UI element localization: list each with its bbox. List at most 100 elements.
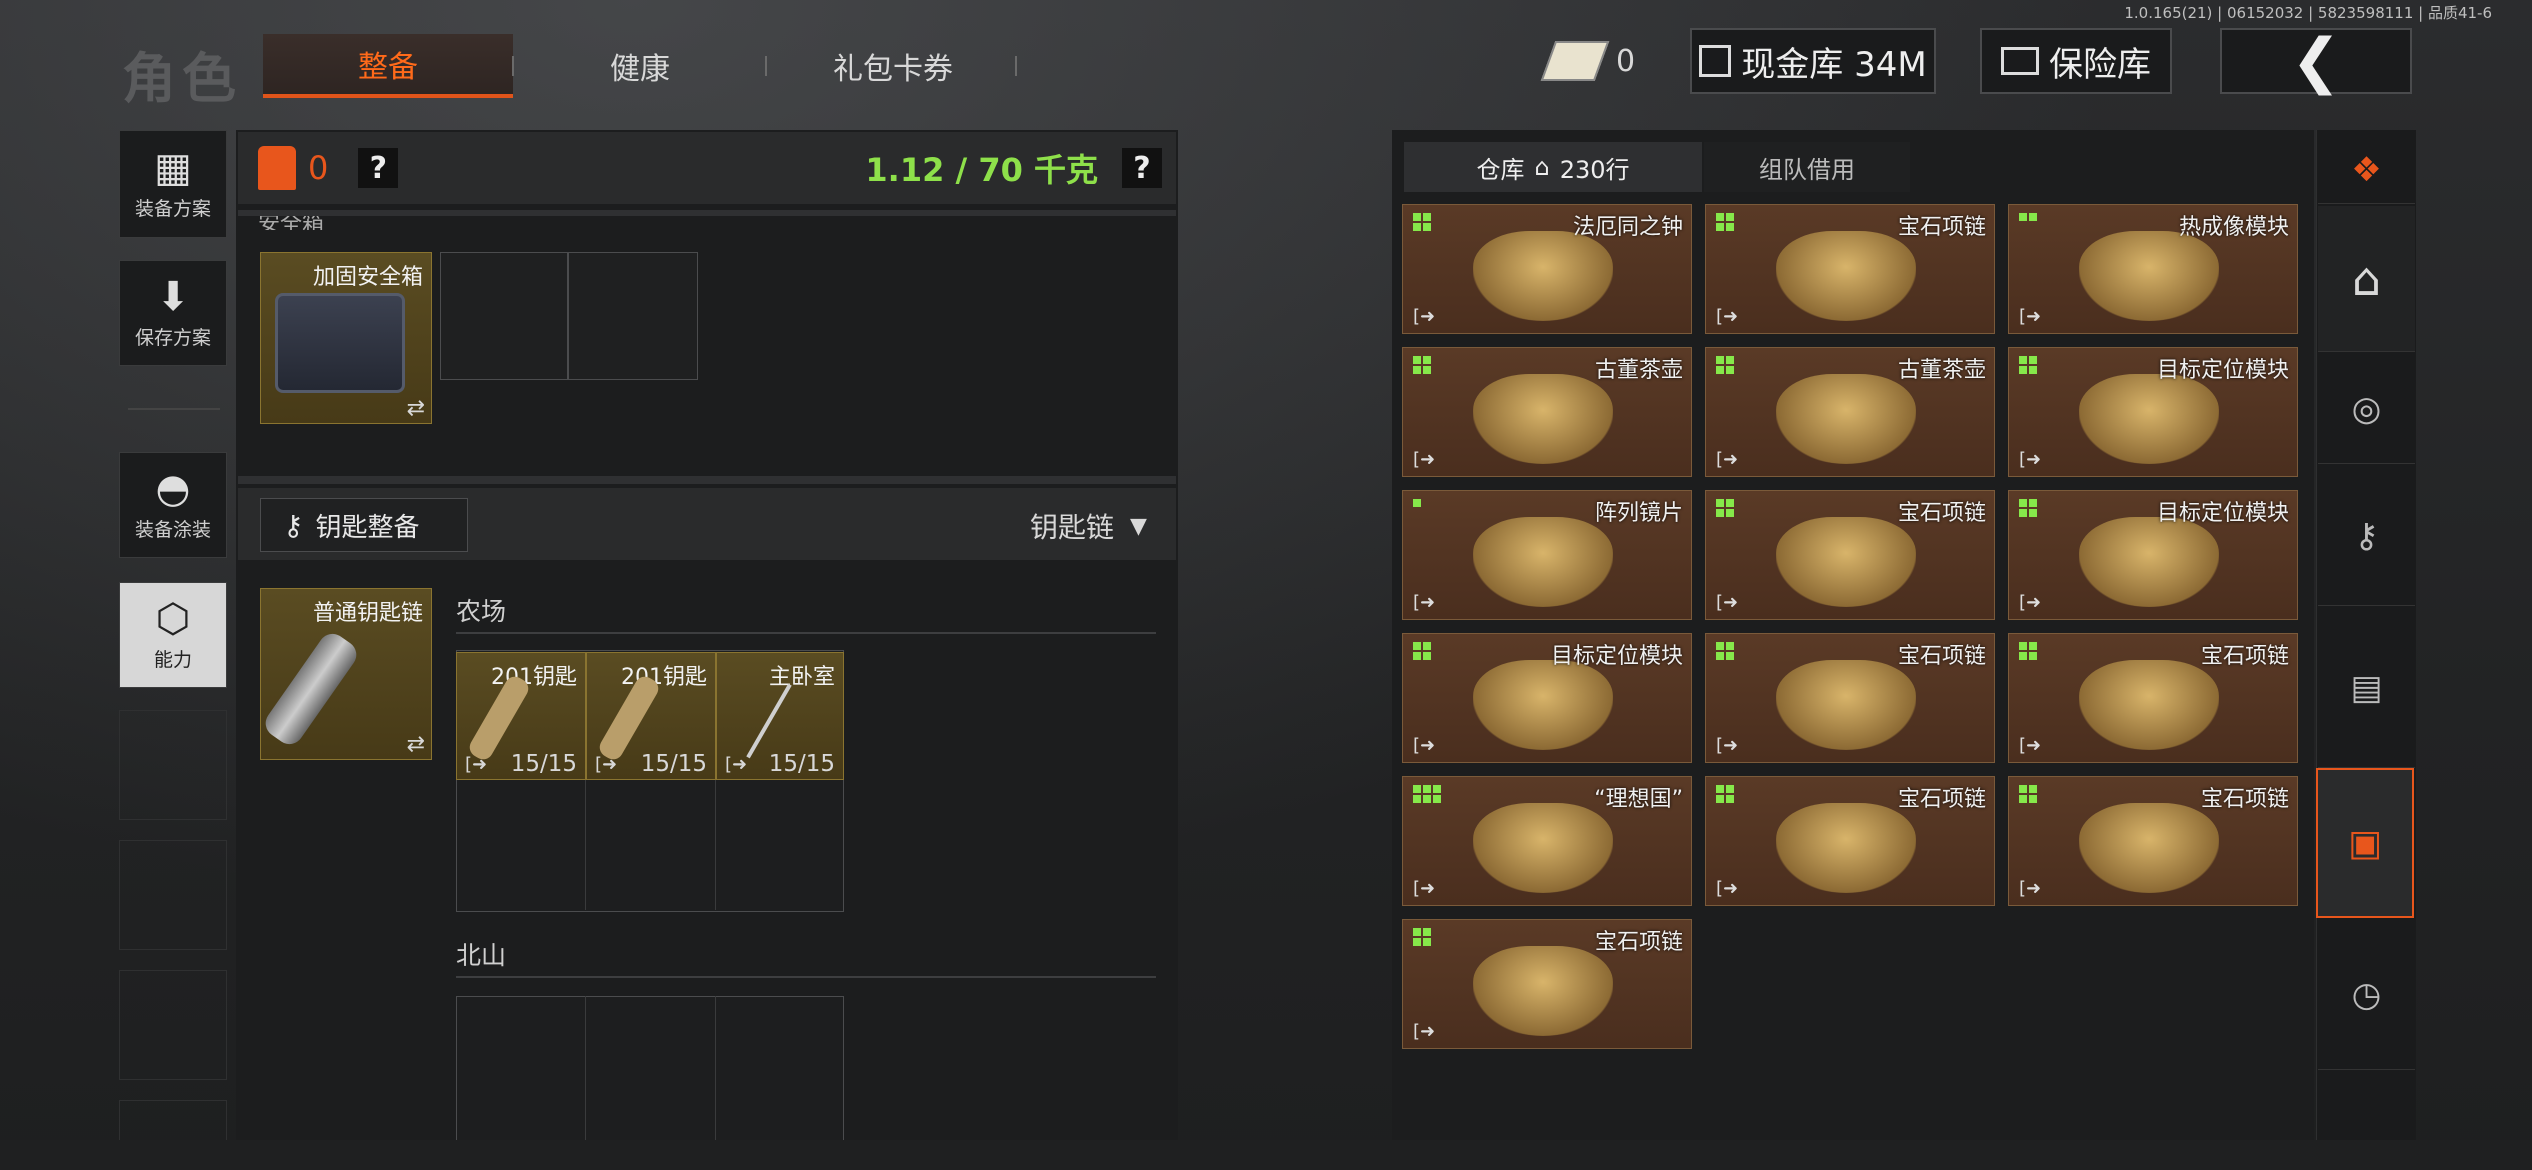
size-pip bbox=[2029, 366, 2037, 374]
warehouse-item[interactable]: 宝石项链 [➜ bbox=[1402, 919, 1692, 1049]
ability-icon: ⬡ bbox=[155, 595, 191, 642]
tab-gift[interactable]: 礼包卡券 bbox=[768, 34, 1018, 98]
cash-display[interactable]: 0 bbox=[1540, 38, 1635, 84]
key-uses: 15/15 bbox=[768, 751, 835, 777]
item-image bbox=[1776, 374, 1916, 464]
key-equip-label: 钥匙整备 bbox=[315, 512, 420, 543]
item-image bbox=[1776, 660, 1916, 750]
exit-icon: [➜ bbox=[1413, 1021, 1436, 1042]
loadout-plan-button[interactable]: ▦ 装备方案 bbox=[119, 130, 227, 238]
warehouse-item[interactable]: 宝石项链 [➜ bbox=[1705, 633, 1995, 763]
skin-button[interactable]: ◓ 装备涂装 bbox=[119, 452, 227, 558]
exit-icon: [➜ bbox=[465, 754, 488, 775]
size-indicator bbox=[1413, 499, 1421, 507]
back-button[interactable]: ❮ bbox=[2220, 26, 2412, 96]
weight-help-button[interactable]: ? bbox=[1122, 148, 1162, 188]
clock-icon[interactable]: ◷ bbox=[2318, 920, 2415, 1070]
cash-icon[interactable]: ▤ bbox=[2318, 608, 2415, 768]
tab-label: 组队借用 bbox=[1759, 155, 1855, 184]
safe-icon bbox=[2001, 47, 2039, 75]
divider bbox=[715, 996, 716, 1146]
size-pip bbox=[1413, 938, 1421, 946]
size-indicator bbox=[1413, 213, 1431, 231]
warehouse-item[interactable]: 目标定位模块 [➜ bbox=[1402, 633, 1692, 763]
item-image bbox=[1776, 803, 1916, 893]
ability-button[interactable]: ⬡ 能力 bbox=[119, 582, 227, 688]
warehouse-item[interactable]: 宝石项链 [➜ bbox=[1705, 204, 1995, 334]
key-item[interactable]: 201钥匙 [➜ 15/15 bbox=[456, 652, 586, 780]
item-image bbox=[1776, 517, 1916, 607]
size-pip bbox=[2029, 652, 2037, 660]
cash-icon bbox=[1540, 41, 1610, 81]
warehouse-item[interactable]: 宝石项链 [➜ bbox=[1705, 490, 1995, 620]
item-label: 热成像模块 bbox=[2178, 215, 2289, 240]
side-label: 装备方案 bbox=[134, 197, 211, 220]
warehouse-item[interactable]: 古董茶壶 [➜ bbox=[1705, 347, 1995, 477]
size-pip bbox=[2029, 795, 2037, 803]
help-button[interactable]: ? bbox=[358, 148, 399, 188]
keychain-item[interactable]: 普通钥匙链 ⇄ bbox=[260, 588, 432, 760]
size-pip bbox=[1716, 795, 1724, 803]
warehouse-item[interactable]: “理想国” [➜ bbox=[1402, 776, 1692, 906]
item-image bbox=[1473, 946, 1613, 1036]
save-plan-button[interactable]: ⬇ 保存方案 bbox=[119, 260, 227, 366]
item-label: 目标定位模块 bbox=[2156, 358, 2289, 383]
key-item[interactable]: 主卧室 [➜ 15/15 bbox=[716, 652, 844, 780]
layers-refresh-icon[interactable]: ❖ bbox=[2318, 136, 2415, 204]
item-label: “理想国” bbox=[1594, 787, 1683, 812]
item-label: 目标定位模块 bbox=[1550, 644, 1683, 669]
size-pip bbox=[2029, 509, 2037, 517]
keychain-dropdown[interactable]: 钥匙链 ▼ bbox=[1030, 506, 1147, 546]
tab-health[interactable]: 健康 bbox=[515, 34, 765, 98]
size-pip bbox=[2029, 356, 2037, 364]
key-equip-button[interactable]: ⚷ 钥匙整备 bbox=[260, 498, 468, 552]
cash-vault-button[interactable]: 现金库 34M bbox=[1690, 28, 1936, 94]
insurance-button[interactable]: 保险库 bbox=[1980, 28, 2172, 94]
home-icon[interactable]: ⌂ bbox=[2318, 206, 2415, 352]
warehouse-item[interactable]: 阵列镜片 [➜ bbox=[1402, 490, 1692, 620]
size-indicator bbox=[2019, 356, 2037, 374]
armor-count: 0 bbox=[308, 149, 329, 187]
item-image bbox=[2079, 803, 2219, 893]
tab-warehouse[interactable]: 仓库 ⌂ 230行 bbox=[1404, 142, 1702, 192]
item-image bbox=[1473, 660, 1613, 750]
warehouse-item[interactable]: 宝石项链 [➜ bbox=[2008, 633, 2298, 763]
exit-icon: [➜ bbox=[2019, 306, 2042, 327]
item-label: 宝石项链 bbox=[1897, 787, 1986, 812]
size-indicator bbox=[1413, 928, 1431, 946]
warehouse-item[interactable]: 热成像模块 [➜ bbox=[2008, 204, 2298, 334]
warehouse-item[interactable]: 古董茶壶 [➜ bbox=[1402, 347, 1692, 477]
size-indicator bbox=[1716, 785, 1734, 803]
key-icon[interactable]: ⚷ bbox=[2318, 466, 2415, 606]
item-label: 宝石项链 bbox=[2200, 644, 2289, 669]
warehouse-item[interactable]: 法厄同之钟 [➜ bbox=[1402, 204, 1692, 334]
divider bbox=[1015, 56, 1017, 76]
north-key-grid bbox=[456, 996, 844, 1146]
coin-icon[interactable]: ◎ bbox=[2318, 354, 2415, 464]
warehouse-item[interactable]: 宝石项链 [➜ bbox=[2008, 776, 2298, 906]
warehouse-item[interactable]: 目标定位模块 [➜ bbox=[2008, 347, 2298, 477]
size-pip bbox=[1716, 366, 1724, 374]
warehouse-item[interactable]: 宝石项链 [➜ bbox=[1705, 776, 1995, 906]
tab-equip[interactable]: 整备 bbox=[263, 34, 513, 98]
size-pip bbox=[1423, 642, 1431, 650]
size-indicator bbox=[2019, 642, 2037, 660]
size-pip bbox=[1423, 652, 1431, 660]
vault-icon bbox=[1699, 45, 1732, 77]
size-indicator bbox=[2019, 785, 2037, 803]
safe-slot[interactable] bbox=[440, 252, 568, 380]
key-item[interactable]: 201钥匙 [➜ 15/15 bbox=[586, 652, 716, 780]
warehouse-item[interactable]: 目标定位模块 [➜ bbox=[2008, 490, 2298, 620]
safe-box-item[interactable]: 加固安全箱 ⇄ bbox=[260, 252, 432, 424]
size-pip bbox=[1413, 642, 1421, 650]
item-label: 宝石项链 bbox=[2200, 787, 2289, 812]
box-down-icon[interactable]: ▣ bbox=[2316, 768, 2414, 918]
farm-title: 农场 bbox=[456, 597, 507, 626]
tab-team-borrow[interactable]: 组队借用 bbox=[1704, 142, 1910, 192]
key-uses: 15/15 bbox=[510, 751, 577, 777]
size-indicator bbox=[1413, 642, 1431, 660]
size-pip bbox=[1726, 223, 1734, 231]
key-icon: ⚷ bbox=[283, 508, 304, 542]
safe-slot[interactable] bbox=[568, 252, 698, 380]
size-pip bbox=[1716, 499, 1724, 507]
